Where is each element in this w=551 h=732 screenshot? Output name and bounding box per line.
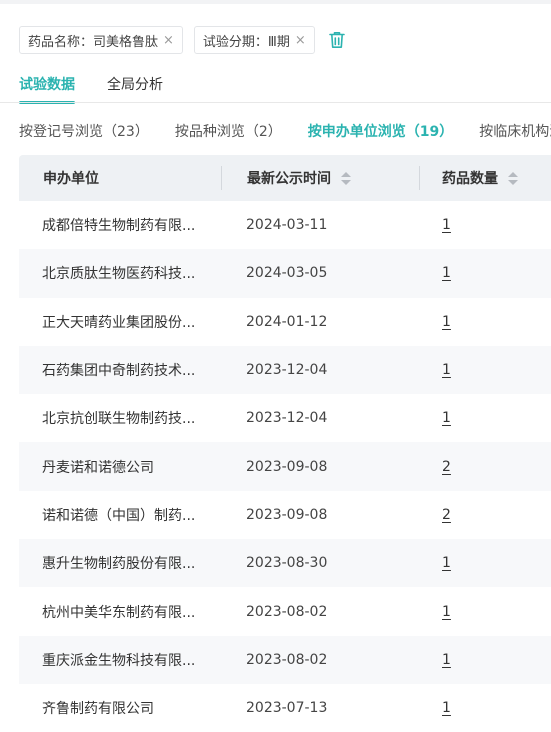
drug-count-link[interactable]: 1 [442, 604, 451, 620]
drug-count-link[interactable]: 1 [442, 555, 451, 571]
column-header-count[interactable]: 药品数量 [419, 166, 551, 190]
trash-icon[interactable] [326, 29, 348, 51]
filter-chip-label: 试验分期：Ⅲ期 [202, 34, 290, 50]
column-header-label: 最新公示时间 [247, 171, 331, 187]
close-icon[interactable]: × [295, 33, 306, 48]
filter-chip-label: 药品名称：司美格鲁肽 [28, 34, 159, 50]
tab-global-analysis[interactable]: 全局分析 [107, 74, 163, 104]
sponsor-cell: 北京抗创联生物制药技... [42, 411, 196, 428]
sponsor-cell: 杭州中美华东制药有限... [42, 604, 196, 621]
sponsor-cell: 北京质肽生物医药科技... [42, 266, 196, 283]
filter-chip-drug-name[interactable]: 药品名称：司美格鲁肽 × [19, 26, 183, 54]
table-header: 申办单位 最新公示时间 药品数量 [19, 155, 551, 201]
date-cell: 2024-01-12 [246, 313, 328, 330]
table-body: 成都倍特生物制药有限... 2024-03-11 1 北京质肽生物医药科技... 202… [19, 201, 551, 732]
subtab-by-registration[interactable]: 按登记号浏览（23） [19, 121, 149, 141]
filter-chip-trial-phase[interactable]: 试验分期：Ⅲ期 × [193, 26, 315, 54]
count-cell: 1 [419, 217, 551, 233]
column-header-label: 申办单位 [43, 171, 99, 187]
date-cell: 2023-12-04 [246, 362, 328, 379]
date-cell: 2023-09-08 [246, 506, 328, 523]
sponsor-cell: 成都倍特生物制药有限... [42, 218, 196, 235]
drug-count-link[interactable]: 1 [442, 652, 451, 668]
drug-count-link[interactable]: 1 [442, 217, 451, 233]
count-cell: 2 [419, 459, 551, 475]
subtab-by-institution[interactable]: 按临床机构浏览 [479, 121, 551, 141]
drug-count-link[interactable]: 1 [442, 362, 451, 378]
count-cell: 1 [419, 314, 551, 330]
main-tabs: 试验数据 全局分析 [19, 74, 195, 104]
top-strip [0, 0, 551, 4]
sponsor-cell: 齐鲁制药有限公司 [42, 701, 154, 718]
tab-divider [0, 102, 551, 103]
subtab-by-variety[interactable]: 按品种浏览（2） [175, 121, 282, 141]
drug-count-link[interactable]: 2 [442, 507, 451, 523]
column-header-date[interactable]: 最新公示时间 [221, 166, 419, 190]
count-cell: 1 [419, 410, 551, 426]
date-cell: 2024-03-11 [246, 217, 328, 234]
table-row: 齐鲁制药有限公司 2023-07-13 1 [19, 684, 551, 732]
column-header-label: 药品数量 [442, 171, 498, 187]
sponsor-cell: 诺和诺德（中国）制药... [42, 507, 196, 524]
drug-count-link[interactable]: 1 [442, 410, 451, 426]
table-row: 丹麦诺和诺德公司 2023-09-08 2 [19, 442, 551, 491]
column-header-sponsor: 申办单位 [19, 155, 221, 201]
table-row: 北京质肽生物医药科技... 2024-03-05 1 [19, 249, 551, 298]
close-icon[interactable]: × [163, 33, 174, 48]
sponsor-cell: 正大天晴药业集团股份... [42, 314, 196, 331]
filter-bar: 药品名称：司美格鲁肽 × 试验分期：Ⅲ期 × [19, 26, 348, 54]
date-cell: 2023-12-04 [246, 410, 328, 427]
drug-count-link[interactable]: 1 [442, 265, 451, 281]
table-row: 成都倍特生物制药有限... 2024-03-11 1 [19, 201, 551, 249]
count-cell: 1 [419, 265, 551, 281]
table-row: 正大天晴药业集团股份... 2024-01-12 1 [19, 298, 551, 346]
table-row: 石药集团中奇制药技术... 2023-12-04 1 [19, 345, 551, 395]
date-cell: 2023-09-08 [246, 458, 328, 475]
sponsor-table: 申办单位 最新公示时间 药品数量 成都倍特生物制药有限... 2024-03-11… [19, 155, 551, 732]
drug-count-link[interactable]: 2 [442, 459, 451, 475]
table-row: 北京抗创联生物制药技... 2023-12-04 1 [19, 394, 551, 442]
table-row: 重庆派金生物科技有限... 2023-08-02 1 [19, 635, 551, 684]
sponsor-cell: 重庆派金生物科技有限... [42, 652, 196, 669]
table-row: 杭州中美华东制药有限... 2023-08-02 1 [19, 587, 551, 635]
sponsor-cell: 惠升生物制药股份有限... [42, 556, 196, 573]
count-cell: 1 [419, 362, 551, 378]
count-cell: 1 [419, 604, 551, 620]
subtab-by-sponsor[interactable]: 按申办单位浏览（19） [308, 121, 453, 141]
drug-count-link[interactable]: 1 [442, 314, 451, 330]
sponsor-cell: 丹麦诺和诺德公司 [42, 459, 154, 476]
count-cell: 2 [419, 507, 551, 523]
table-row: 惠升生物制药股份有限... 2023-08-30 1 [19, 539, 551, 588]
date-cell: 2023-08-02 [246, 651, 328, 668]
count-cell: 1 [419, 652, 551, 668]
date-cell: 2023-08-30 [246, 555, 328, 572]
date-cell: 2023-07-13 [246, 700, 328, 717]
sort-icon[interactable] [341, 171, 351, 185]
table-row: 诺和诺德（中国）制药... 2023-09-08 2 [19, 491, 551, 539]
date-cell: 2023-08-02 [246, 603, 328, 620]
sponsor-cell: 石药集团中奇制药技术... [42, 363, 196, 380]
count-cell: 1 [419, 700, 551, 716]
drug-count-link[interactable]: 1 [442, 700, 451, 716]
date-cell: 2024-03-05 [246, 265, 328, 282]
sort-icon[interactable] [508, 171, 518, 185]
browse-subtabs: 按登记号浏览（23） 按品种浏览（2） 按申办单位浏览（19） 按临床机构浏览 [19, 121, 551, 141]
tab-trial-data[interactable]: 试验数据 [19, 74, 75, 104]
count-cell: 1 [419, 555, 551, 571]
